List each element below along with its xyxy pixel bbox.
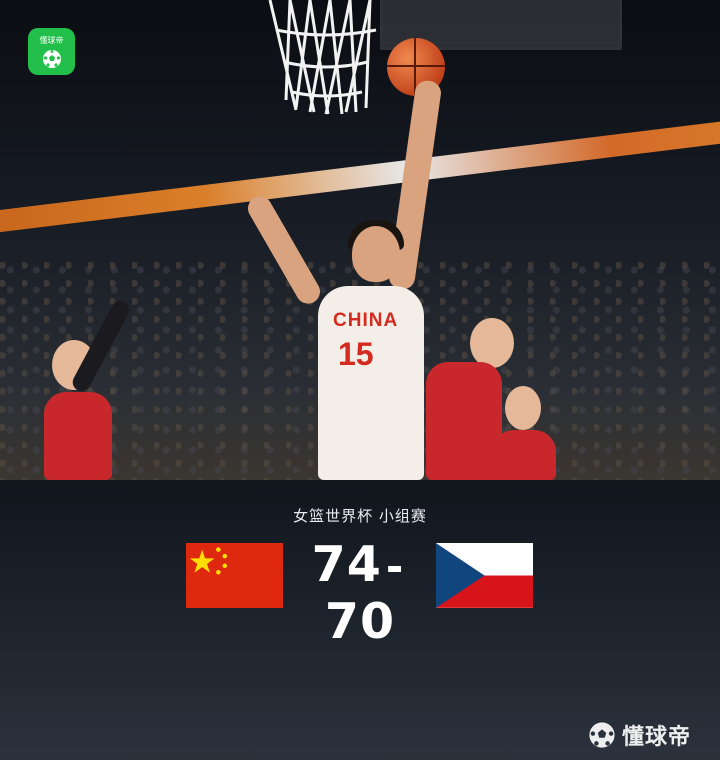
basketball-net <box>268 0 377 115</box>
match-photo: CHINA 15 懂球帝 <box>0 0 720 480</box>
app-logo-icon[interactable]: 懂球帝 <box>28 28 75 75</box>
opponent-head-back <box>505 386 541 430</box>
opponent-jersey-left <box>44 392 112 480</box>
jersey-number: 15 <box>338 336 374 372</box>
watermark-text: 懂球帝 <box>622 725 692 750</box>
jersey-team-text: CHINA <box>333 310 399 331</box>
score-separator: - <box>385 542 405 591</box>
scoreline: 74-70 <box>284 536 436 650</box>
player-head <box>352 226 400 282</box>
czech-flag-icon <box>436 543 533 608</box>
soccer-ball-icon <box>589 722 615 748</box>
app-logo-label: 懂球帝 <box>39 36 64 45</box>
china-flag-icon <box>186 543 283 608</box>
opponent-jersey-back <box>492 430 556 480</box>
watermark: 懂球帝 <box>588 719 691 751</box>
arena-led-band <box>0 115 720 237</box>
opponent-jersey-right <box>426 362 502 480</box>
soccer-ball-icon <box>43 50 61 68</box>
home-score: 74 <box>311 536 382 593</box>
opponent-head-right <box>470 318 514 368</box>
event-title: 女篮世界杯 小组赛 <box>293 507 427 525</box>
away-score: 70 <box>324 593 396 650</box>
